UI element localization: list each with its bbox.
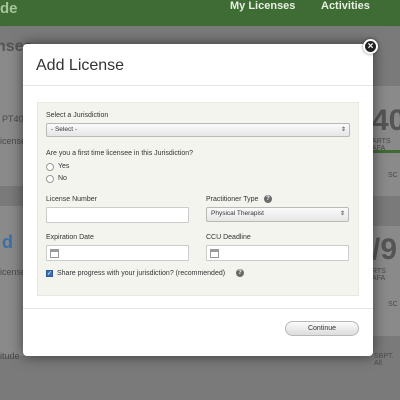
modal-footer-divider xyxy=(23,308,373,309)
radio-yes-label[interactable]: Yes xyxy=(58,163,69,170)
bg-fragment: PT40 xyxy=(2,114,24,124)
practitioner-type-value: Physical Therapist xyxy=(211,210,264,217)
first-time-question: Are you a first time licensee in this Ju… xyxy=(46,150,194,157)
radio-yes[interactable] xyxy=(46,163,54,171)
ccu-deadline-input[interactable] xyxy=(206,245,349,261)
jurisdiction-select[interactable]: - Select - ⇕ xyxy=(46,123,350,137)
practitioner-type-label: Practitioner Type xyxy=(206,196,259,203)
license-number-label: License Number xyxy=(46,196,97,203)
site-header: de My Licenses Activities xyxy=(0,0,400,26)
license-form: Select a Jurisdiction - Select - ⇕ Are y… xyxy=(37,102,359,296)
bg-fragment: SBPT. All xyxy=(374,353,394,367)
jurisdiction-select-value: - Select - xyxy=(51,126,78,133)
bg-fragment: RTS AFA xyxy=(372,268,386,282)
bg-fragment: 40 xyxy=(372,104,400,137)
ccu-deadline-label: CCU Deadline xyxy=(206,234,251,241)
license-number-input[interactable] xyxy=(46,207,189,223)
practitioner-type-select[interactable]: Physical Therapist ⇕ xyxy=(206,207,349,222)
calendar-icon[interactable] xyxy=(210,249,219,258)
share-progress-checkbox[interactable]: ✓ xyxy=(46,270,53,277)
select-arrows-icon: ⇕ xyxy=(339,211,345,217)
continue-button[interactable]: Continue xyxy=(285,321,359,336)
share-help-icon[interactable]: ? xyxy=(236,269,244,277)
bg-fragment: /9 xyxy=(372,233,398,266)
radio-no-label[interactable]: No xyxy=(58,175,67,182)
modal-divider xyxy=(23,85,373,86)
add-license-modal: Add License Select a Jurisdiction - Sele… xyxy=(23,44,373,356)
bg-progress-bar xyxy=(373,150,400,153)
bg-fragment: d xyxy=(2,232,13,252)
nav-my-licenses[interactable]: My Licenses xyxy=(230,0,295,12)
practitioner-help-icon[interactable]: ? xyxy=(264,195,272,203)
share-progress-label[interactable]: Share progress with your jurisdiction? (… xyxy=(57,270,225,277)
select-arrows-icon: ⇕ xyxy=(340,127,346,133)
bg-fragment: itude xyxy=(0,351,20,361)
site-logo: de xyxy=(0,0,18,17)
nav-activities[interactable]: Activities xyxy=(321,0,370,12)
close-icon[interactable]: × xyxy=(363,39,378,54)
expiration-date-input[interactable] xyxy=(46,245,189,261)
jurisdiction-label: Select a Jurisdiction xyxy=(46,112,109,119)
calendar-icon[interactable] xyxy=(50,249,59,258)
bg-card-left-bottom xyxy=(0,206,24,356)
radio-no[interactable] xyxy=(46,175,54,183)
expiration-date-label: Expiration Date xyxy=(46,234,94,241)
bg-fragment: SC xyxy=(388,172,398,179)
bg-fragment: SC xyxy=(388,301,398,308)
modal-title: Add License xyxy=(36,57,125,74)
